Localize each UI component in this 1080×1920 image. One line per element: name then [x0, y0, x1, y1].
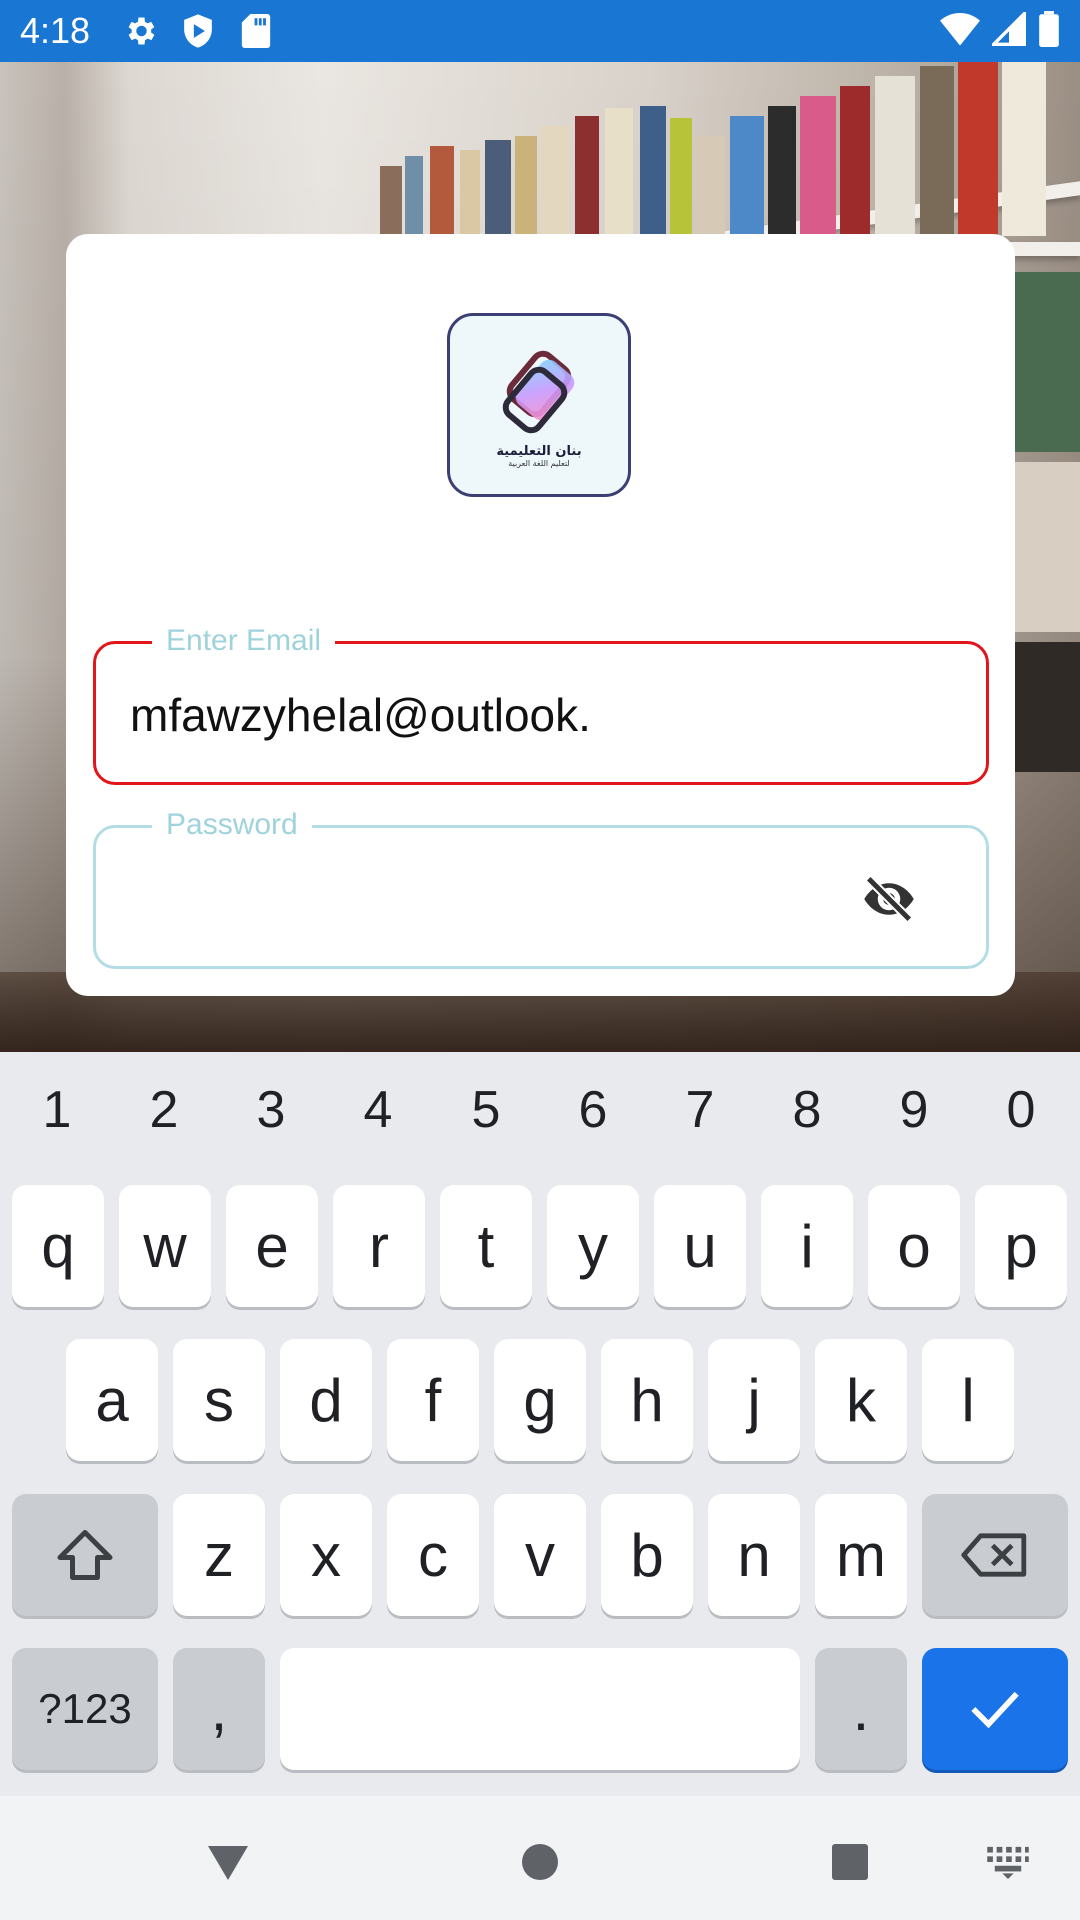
- key-u[interactable]: u: [654, 1185, 746, 1307]
- key-j[interactable]: j: [708, 1339, 800, 1461]
- key-9[interactable]: 9: [884, 1080, 944, 1140]
- key-i[interactable]: i: [761, 1185, 853, 1307]
- key-z[interactable]: z: [173, 1494, 265, 1616]
- key-x[interactable]: x: [280, 1494, 372, 1616]
- sd-card-icon: [236, 11, 276, 51]
- key-k[interactable]: k: [815, 1339, 907, 1461]
- logo-title: بنان التعليمية: [496, 444, 582, 459]
- key-p[interactable]: p: [975, 1185, 1067, 1307]
- symbols-key[interactable]: ?123: [12, 1648, 158, 1770]
- comma-key[interactable]: ,: [173, 1648, 265, 1770]
- signal-icon: [989, 9, 1026, 51]
- checkmark-icon: [971, 1691, 1019, 1729]
- key-y[interactable]: y: [547, 1185, 639, 1307]
- back-triangle-icon[interactable]: [198, 1832, 258, 1892]
- key-n[interactable]: n: [708, 1494, 800, 1616]
- login-card: بنان التعليمية لتعليم اللغة العربية Ente…: [66, 234, 1015, 996]
- password-label: Password: [152, 808, 312, 842]
- key-f[interactable]: f: [387, 1339, 479, 1461]
- key-4[interactable]: 4: [348, 1080, 408, 1140]
- shield-play-icon: [178, 11, 218, 51]
- key-d[interactable]: d: [280, 1339, 372, 1461]
- shift-key[interactable]: [12, 1494, 158, 1616]
- key-t[interactable]: t: [440, 1185, 532, 1307]
- wifi-icon: [940, 12, 980, 51]
- number-row: 1 2 3 4 5 6 7 8 9 0: [0, 1080, 1080, 1150]
- key-a[interactable]: a: [66, 1339, 158, 1461]
- key-b[interactable]: b: [601, 1494, 693, 1616]
- status-time: 4:18: [20, 10, 91, 51]
- key-w[interactable]: w: [119, 1185, 211, 1307]
- key-v[interactable]: v: [494, 1494, 586, 1616]
- backspace-key[interactable]: [922, 1494, 1068, 1616]
- screen: 4:18 بنان التعليمية لتعليم اللغة العربية…: [0, 0, 1080, 1920]
- key-7[interactable]: 7: [670, 1080, 730, 1140]
- period-key[interactable]: .: [815, 1648, 907, 1770]
- key-e[interactable]: e: [226, 1185, 318, 1307]
- key-h[interactable]: h: [601, 1339, 693, 1461]
- app-logo: بنان التعليمية لتعليم اللغة العربية: [447, 313, 631, 497]
- soft-keyboard: 1 2 3 4 5 6 7 8 9 0 q w e r t y u i o p …: [0, 1052, 1080, 1796]
- email-label: Enter Email: [152, 624, 336, 658]
- key-m[interactable]: m: [815, 1494, 907, 1616]
- key-6[interactable]: 6: [563, 1080, 623, 1140]
- backspace-icon: [961, 1533, 1027, 1577]
- key-3[interactable]: 3: [241, 1080, 301, 1140]
- gear-icon: [120, 11, 160, 51]
- password-field[interactable]: Password: [93, 808, 989, 969]
- key-2[interactable]: 2: [134, 1080, 194, 1140]
- key-o[interactable]: o: [868, 1185, 960, 1307]
- logo-subtitle: لتعليم اللغة العربية: [508, 459, 570, 468]
- home-circle-icon[interactable]: [510, 1832, 570, 1892]
- key-l[interactable]: l: [922, 1339, 1014, 1461]
- logo-mark-icon: [502, 350, 575, 434]
- key-5[interactable]: 5: [456, 1080, 516, 1140]
- key-q[interactable]: q: [12, 1185, 104, 1307]
- key-8[interactable]: 8: [777, 1080, 837, 1140]
- status-bar: 4:18: [0, 0, 1080, 62]
- key-0[interactable]: 0: [991, 1080, 1051, 1140]
- battery-icon: [1038, 10, 1060, 52]
- enter-key[interactable]: [922, 1648, 1068, 1770]
- key-c[interactable]: c: [387, 1494, 479, 1616]
- key-1[interactable]: 1: [27, 1080, 87, 1140]
- keyboard-switch-icon[interactable]: [978, 1832, 1038, 1892]
- navigation-bar: [0, 1796, 1080, 1920]
- recents-square-icon[interactable]: [820, 1832, 880, 1892]
- email-field[interactable]: Enter Email mfawzyhelal@outlook.: [93, 624, 989, 785]
- visibility-off-icon[interactable]: [862, 874, 916, 924]
- key-g[interactable]: g: [494, 1339, 586, 1461]
- key-r[interactable]: r: [333, 1185, 425, 1307]
- key-s[interactable]: s: [173, 1339, 265, 1461]
- space-key[interactable]: [280, 1648, 800, 1770]
- shift-icon: [57, 1530, 113, 1580]
- email-input[interactable]: mfawzyhelal@outlook.: [130, 688, 591, 742]
